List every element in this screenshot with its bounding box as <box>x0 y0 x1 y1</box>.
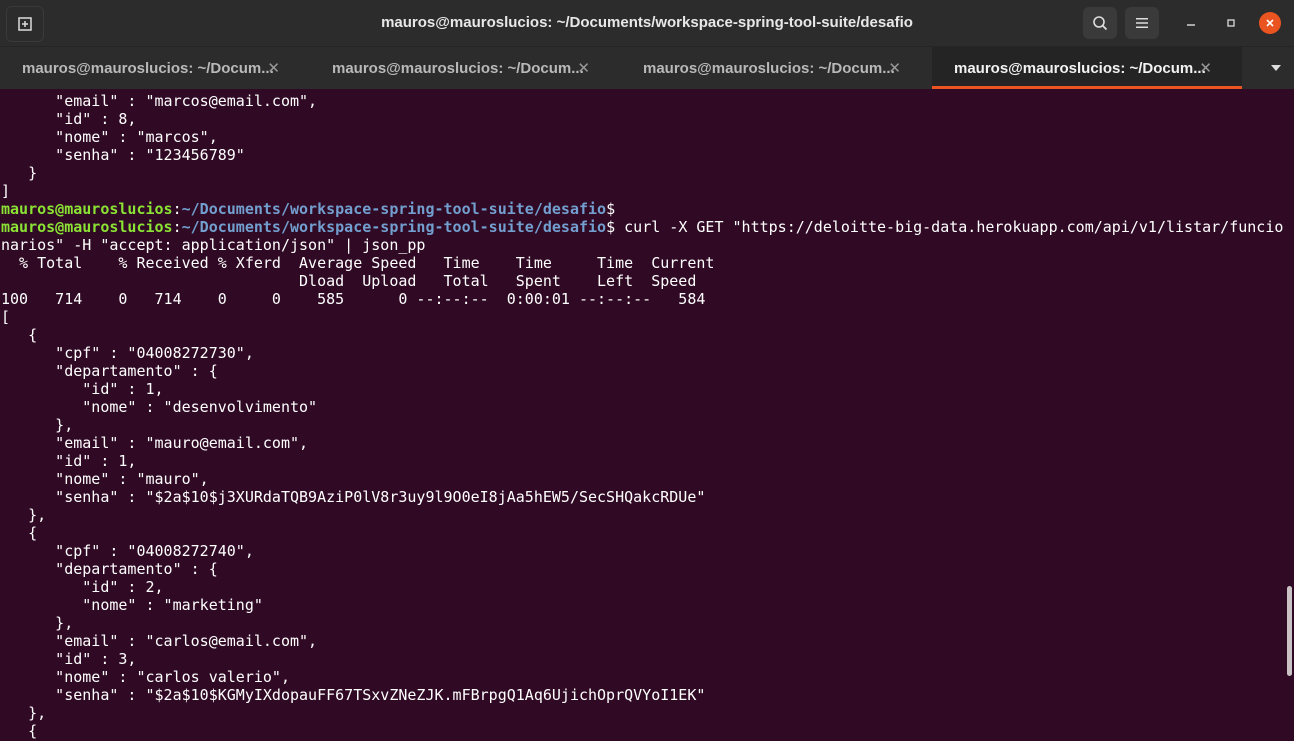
terminal-line: "id" : 1, <box>1 380 164 398</box>
prompt-user: mauros@mauroslucios <box>1 200 173 218</box>
terminal-line: "nome" : "marketing" <box>1 596 263 614</box>
prompt-user: mauros@mauroslucios <box>1 218 173 236</box>
terminal-line: "nome" : "desenvolvimento" <box>1 398 318 416</box>
tab-2[interactable]: mauros@mauroslucios: ~/Docum... ✕ <box>310 47 620 89</box>
search-button[interactable] <box>1083 7 1117 39</box>
tab-close-icon[interactable]: ✕ <box>888 59 901 77</box>
menu-button[interactable] <box>1125 7 1159 39</box>
terminal-line: { <box>1 326 38 344</box>
title-bar: mauros@mauroslucios: ~/Documents/workspa… <box>0 0 1294 46</box>
terminal-line: "id" : 8, <box>1 110 137 128</box>
terminal-line: "cpf" : "04008272740", <box>1 542 254 560</box>
terminal-line: "nome" : "mauro", <box>1 470 209 488</box>
terminal-line: % Total % Received % Xferd Average Speed… <box>1 254 715 272</box>
terminal-line: 100 714 0 714 0 0 585 0 --:--:-- 0:00:01… <box>1 290 706 308</box>
terminal-line: }, <box>1 614 74 632</box>
maximize-button[interactable] <box>1220 12 1242 34</box>
tab-label: mauros@mauroslucios: ~/Docum... <box>332 59 584 77</box>
terminal-line: }, <box>1 416 74 434</box>
chevron-down-icon <box>1271 65 1281 71</box>
tab-close-icon[interactable]: ✕ <box>1199 59 1212 77</box>
close-icon <box>1266 19 1274 27</box>
terminal-line: "senha" : "$2a$10$KGMyIXdopauFF67TSxvZNe… <box>1 686 706 704</box>
terminal-scrollbar[interactable] <box>1287 586 1292 676</box>
terminal-line: { <box>1 524 38 542</box>
terminal-line: "email" : "carlos@email.com", <box>1 632 318 650</box>
terminal-line: narios" -H "accept: application/json" | … <box>1 236 426 254</box>
prompt-separator: : <box>172 200 182 218</box>
terminal-line: }, <box>1 506 47 524</box>
tab-4-active[interactable]: mauros@mauroslucios: ~/Docum... ✕ <box>932 47 1242 89</box>
tab-list-dropdown[interactable] <box>1270 61 1282 75</box>
prompt-dollar: $ <box>606 218 616 236</box>
tab-close-icon[interactable]: ✕ <box>577 59 590 77</box>
terminal-line: "email" : "marcos@email.com", <box>1 92 318 110</box>
terminal-line: ] <box>1 182 11 200</box>
search-icon <box>1093 16 1108 31</box>
terminal-line: [ <box>1 308 11 326</box>
terminal-line: "id" : 3, <box>1 650 137 668</box>
terminal-output[interactable]: "email" : "marcos@email.com", "id" : 8, … <box>0 88 1284 741</box>
terminal-line: "id" : 1, <box>1 452 137 470</box>
terminal-line: "id" : 2, <box>1 578 164 596</box>
terminal-line: Dload Upload Total Spent Left Speed <box>1 272 697 290</box>
minimize-button[interactable] <box>1180 12 1202 34</box>
prompt-line: mauros@mauroslucios:~/Documents/workspac… <box>1 218 1283 236</box>
tab-3[interactable]: mauros@mauroslucios: ~/Docum... ✕ <box>621 47 931 89</box>
terminal-line: } <box>1 164 38 182</box>
prompt-path: ~/Documents/workspace-spring-tool-suite/… <box>181 200 607 218</box>
prompt-path: ~/Documents/workspace-spring-tool-suite/… <box>181 218 607 236</box>
terminal-line: "email" : "mauro@email.com", <box>1 434 309 452</box>
minimize-icon <box>1187 24 1195 26</box>
tab-1[interactable]: mauros@mauroslucios: ~/Docum... ✕ <box>0 47 310 89</box>
tab-close-icon[interactable]: ✕ <box>267 59 280 77</box>
terminal-line: }, <box>1 704 47 722</box>
command-text: curl -X GET "https://deloitte-big-data.h… <box>615 218 1284 236</box>
tab-label: mauros@mauroslucios: ~/Docum... <box>643 59 895 77</box>
maximize-icon <box>1227 19 1235 27</box>
close-window-button[interactable] <box>1259 12 1281 34</box>
prompt-line: mauros@mauroslucios:~/Documents/workspac… <box>1 200 615 218</box>
terminal-line: "senha" : "123456789" <box>1 146 245 164</box>
terminal-line: "nome" : "marcos", <box>1 128 218 146</box>
terminal-line: "cpf" : "04008272730", <box>1 344 254 362</box>
tab-bar: mauros@mauroslucios: ~/Docum... ✕ mauros… <box>0 46 1294 89</box>
terminal-line: { <box>1 722 38 740</box>
tab-label: mauros@mauroslucios: ~/Docum... <box>954 59 1206 77</box>
terminal-line: "nome" : "carlos valerio", <box>1 668 290 686</box>
terminal-line: "senha" : "$2a$10$j3XURdaTQB9AziP0lV8r3u… <box>1 488 706 506</box>
prompt-dollar: $ <box>606 200 616 218</box>
prompt-separator: : <box>172 218 182 236</box>
terminal-line: "departamento" : { <box>1 560 218 578</box>
tab-label: mauros@mauroslucios: ~/Docum... <box>22 59 274 77</box>
terminal-line: "departamento" : { <box>1 362 218 380</box>
hamburger-menu-icon <box>1136 18 1148 28</box>
